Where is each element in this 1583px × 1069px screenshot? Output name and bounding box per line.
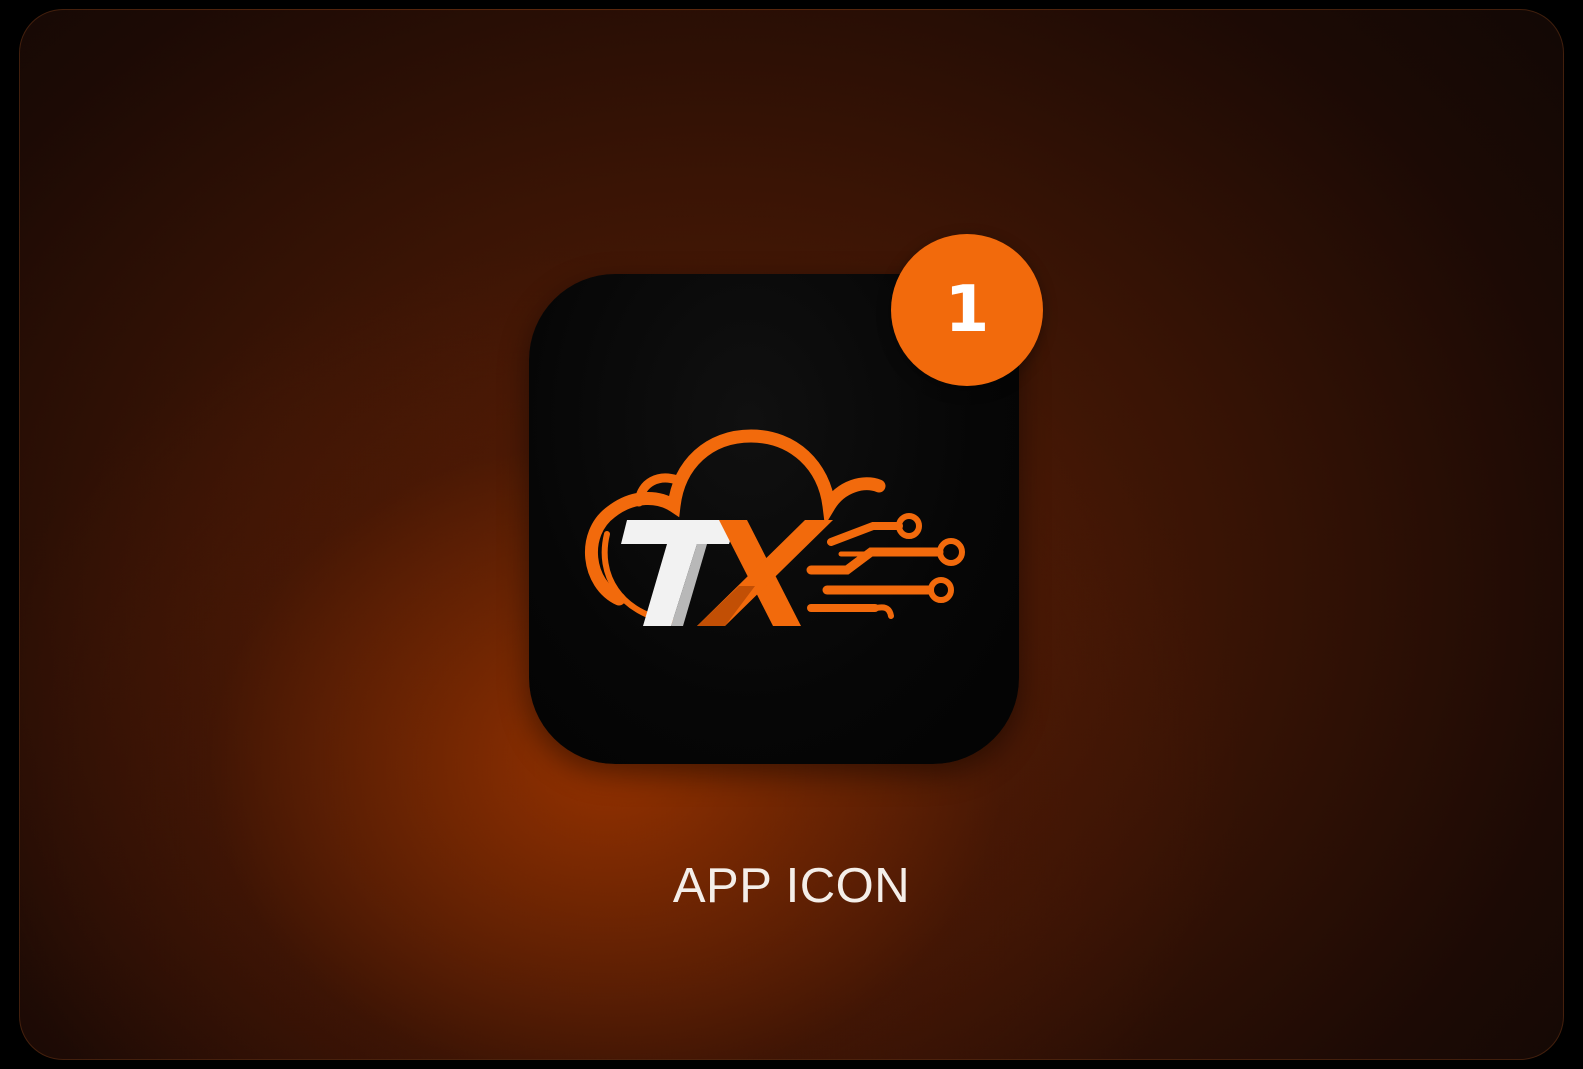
card-label: APP ICON xyxy=(672,859,911,913)
notification-badge: 1 xyxy=(891,234,1043,386)
tx-cloud-logo-icon xyxy=(585,429,965,626)
app-icon-card: 1 APP ICON xyxy=(19,9,1564,1060)
notification-count: 1 xyxy=(944,273,990,347)
